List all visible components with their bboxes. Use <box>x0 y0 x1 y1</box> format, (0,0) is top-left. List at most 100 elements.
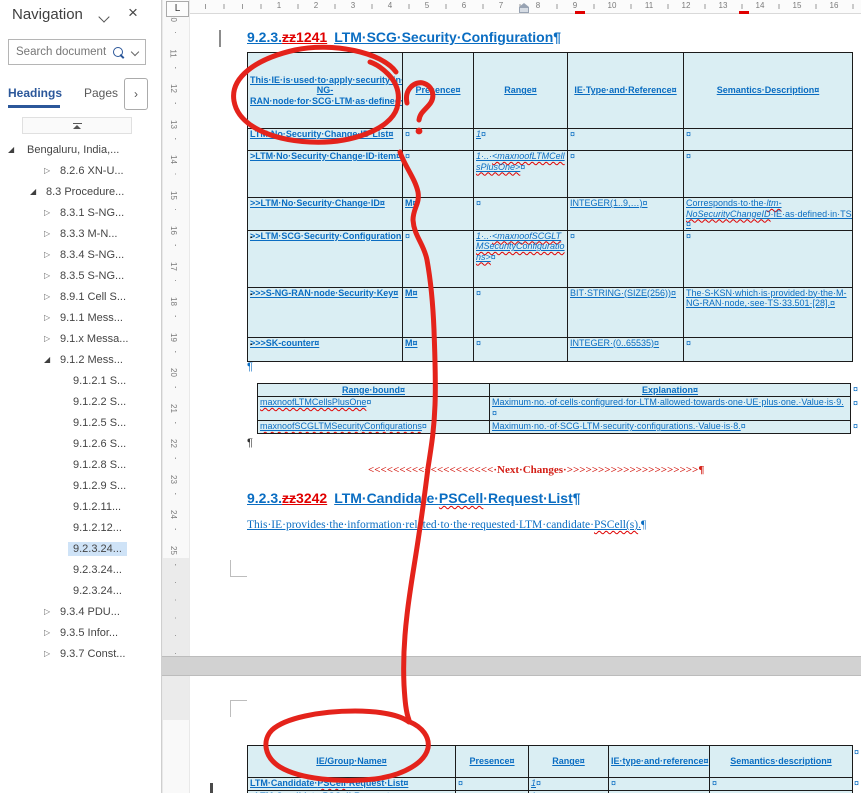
sidebar-item-8-9-1-cell-s[interactable]: ▷ 8.9.1 Cell S... <box>0 287 160 308</box>
sidebar-item-8-3-3-m-n[interactable]: ▷ 8.3.3 M-N... <box>0 224 160 245</box>
ruler-number: 17 <box>169 261 178 272</box>
horizontal-ruler[interactable]: 12345678910111213141516 <box>190 0 861 14</box>
sidebar-item-8-3-procedure[interactable]: ◢ 8.3 Procedure... <box>0 182 160 203</box>
sidebar-item-9-1-2-11[interactable]: 9.1.2.11... <box>0 497 160 518</box>
sidebar-item-9-3-7-const[interactable]: ▷ 9.3.7 Const... <box>0 644 160 665</box>
expanded-arrow-icon[interactable]: ◢ <box>8 145 14 154</box>
ruler-number: 6 <box>460 1 468 10</box>
sidebar-item-9-3-5-infor[interactable]: ▷ 9.3.5 Infor... <box>0 623 160 644</box>
search-input[interactable]: Search document <box>8 39 146 65</box>
sidebar-item-label[interactable]: 9.1.2.5 S... <box>68 416 131 430</box>
sidebar-item-label[interactable]: 8.3.5 S-NG... <box>55 269 129 283</box>
sidebar-item-9-1-2-5-s[interactable]: 9.1.2.5 S... <box>0 413 160 434</box>
sidebar-item-9-1-1-mess[interactable]: ▷ 9.1.1 Mess... <box>0 308 160 329</box>
page-break-gap <box>161 656 861 676</box>
tab-stop-selector[interactable]: L <box>166 1 189 17</box>
row-end-mark: ¤ <box>854 778 859 788</box>
sidebar-item-label[interactable]: 9.1.1 Mess... <box>55 311 128 325</box>
jump-to-top-button[interactable] <box>22 117 132 134</box>
sidebar-item-label[interactable]: 9.3.4 PDU... <box>55 605 125 619</box>
ruler-number: 13 <box>717 1 730 10</box>
sidebar-item-9-1-2-12[interactable]: 9.1.2.12... <box>0 518 160 539</box>
sidebar-item-label[interactable]: 9.1.2.2 S... <box>68 395 131 409</box>
sidebar-item-label[interactable]: 9.1.2 Mess... <box>55 353 128 367</box>
collapsed-arrow-icon[interactable]: ▷ <box>44 334 50 343</box>
sidebar-item-label[interactable]: 9.1.2.11... <box>68 500 126 514</box>
sidebar-item-9-1-x-messa[interactable]: ▷ 9.1.x Messa... <box>0 329 160 350</box>
search-icon[interactable] <box>113 47 123 57</box>
sidebar-item-label[interactable]: 9.3.5 Infor... <box>55 626 123 640</box>
margin-corner-mark <box>230 560 231 577</box>
sidebar-item-label[interactable]: 8.9.1 Cell S... <box>55 290 131 304</box>
close-navigation-icon[interactable]: × <box>128 3 138 23</box>
sidebar-item-9-1-2-mess[interactable]: ◢ 9.1.2 Mess... <box>0 350 160 371</box>
sidebar-item-label[interactable]: 8.3 Procedure... <box>41 185 129 199</box>
navigation-pane-title: Navigation <box>12 6 83 23</box>
sidebar-item-label[interactable]: 9.1.2.9 S... <box>68 479 131 493</box>
sidebar-item-label[interactable]: 9.1.2.8 S... <box>68 458 131 472</box>
change-marker-icon: ▪ <box>250 340 252 351</box>
sidebar-item-9-1-2-2-s[interactable]: 9.1.2.2 S... <box>0 392 160 413</box>
sidebar-item-9-1-2-6-s[interactable]: 9.1.2.6 S... <box>0 434 160 455</box>
sidebar-item-label[interactable]: 9.1.2.1 S... <box>68 374 131 388</box>
section-heading-2: 9.2.3.zz3242LTM·Candidate·PSCell·Request… <box>247 490 581 506</box>
expanded-arrow-icon[interactable]: ◢ <box>30 187 36 196</box>
sidebar-item-label[interactable]: 9.1.2.12... <box>68 521 127 535</box>
expanded-arrow-icon[interactable]: ◢ <box>44 355 50 364</box>
table-header-cell: Presence¤ <box>403 53 474 129</box>
sidebar-item-8-2-6-xn-u[interactable]: ▷ 8.2.6 XN-U... <box>0 161 160 182</box>
collapsed-arrow-icon[interactable]: ▷ <box>44 271 50 280</box>
table-header-cell: Range¤ <box>474 53 568 129</box>
search-options-chevron-icon[interactable] <box>131 48 139 56</box>
ruler-number: 14 <box>754 1 767 10</box>
sidebar-item-label[interactable]: 8.2.6 XN-U... <box>55 164 129 178</box>
pilcrow-mark: ¶ <box>641 519 646 531</box>
sidebar-item-8-3-1-s-ng[interactable]: ▷ 8.3.1 S-NG... <box>0 203 160 224</box>
ruler-number: 11 <box>169 48 178 58</box>
collapsed-arrow-icon[interactable]: ▷ <box>44 628 50 637</box>
collapsed-arrow-icon[interactable]: ▷ <box>44 166 50 175</box>
sidebar-item-8-3-5-s-ng[interactable]: ▷ 8.3.5 S-NG... <box>0 266 160 287</box>
tab-headings[interactable]: Headings <box>8 86 62 100</box>
ruler-number: 19 <box>169 332 178 343</box>
sidebar-item-bengaluru-india[interactable]: ◢ Bengaluru, India,... <box>0 140 160 161</box>
sidebar-item-label[interactable]: 9.2.3.24... <box>68 584 127 598</box>
sidebar-item-9-2-3-24[interactable]: 9.2.3.24... <box>0 539 160 560</box>
table-row: LTM·No·Security·Change·ID·List¤ ¤ 1¤ ¤ ¤ <box>248 129 853 151</box>
sidebar-item-label[interactable]: 9.1.2.6 S... <box>68 437 131 451</box>
ruler-number: 8 <box>534 1 542 10</box>
sidebar-item-9-1-2-1-s[interactable]: 9.1.2.1 S... <box>0 371 160 392</box>
sidebar-item-label[interactable]: Bengaluru, India,... <box>22 143 124 157</box>
collapsed-arrow-icon[interactable]: ▷ <box>44 607 50 616</box>
sidebar-item-9-2-3-24[interactable]: 9.2.3.24... <box>0 581 160 602</box>
sidebar-item-label[interactable]: 8.3.4 S-NG... <box>55 248 129 262</box>
sidebar-item-9-1-2-9-s[interactable]: 9.1.2.9 S... <box>0 476 160 497</box>
collapsed-arrow-icon[interactable]: ▷ <box>44 292 50 301</box>
collapsed-arrow-icon[interactable]: ▷ <box>44 250 50 259</box>
sidebar-item-9-3-4-pdu[interactable]: ▷ 9.3.4 PDU... <box>0 602 160 623</box>
tab-overflow-button[interactable]: › <box>124 78 148 110</box>
sidebar-item-label[interactable]: 8.3.3 M-N... <box>55 227 122 241</box>
sidebar-item-label[interactable]: 9.2.3.24... <box>68 542 127 556</box>
tab-pages[interactable]: Pages <box>84 86 118 100</box>
ruler-number: 18 <box>169 296 178 307</box>
collapsed-arrow-icon[interactable]: ▷ <box>44 313 50 322</box>
ruler-number: 13 <box>169 119 178 130</box>
indent-marker[interactable] <box>519 3 529 13</box>
pilcrow-mark: ¶ <box>247 437 253 449</box>
row-end-mark: ¤ <box>854 747 859 757</box>
collapsed-arrow-icon[interactable]: ▷ <box>44 208 50 217</box>
navigation-options-chevron-icon[interactable] <box>98 11 109 22</box>
sidebar-item-8-3-4-s-ng[interactable]: ▷ 8.3.4 S-NG... <box>0 245 160 266</box>
sidebar-item-label[interactable]: 9.3.7 Const... <box>55 647 130 661</box>
sidebar-item-label[interactable]: 9.2.3.24... <box>68 563 127 577</box>
collapsed-arrow-icon[interactable]: ▷ <box>44 229 50 238</box>
sidebar-item-9-2-3-24[interactable]: 9.2.3.24... <box>0 560 160 581</box>
pilcrow-mark: ¶ <box>573 490 581 506</box>
next-changes-separator: <<<<<<<<<<<<<<<<<<<<·Next·Changes·>>>>>>… <box>368 464 704 476</box>
headings-tree[interactable]: ◢ Bengaluru, India,... ▷ 8.2.6 XN-U... ◢ 8.3 … <box>0 140 160 790</box>
collapsed-arrow-icon[interactable]: ▷ <box>44 649 50 658</box>
sidebar-item-label[interactable]: 8.3.1 S-NG... <box>55 206 129 220</box>
sidebar-item-9-1-2-8-s[interactable]: 9.1.2.8 S... <box>0 455 160 476</box>
sidebar-item-label[interactable]: 9.1.x Messa... <box>55 332 133 346</box>
